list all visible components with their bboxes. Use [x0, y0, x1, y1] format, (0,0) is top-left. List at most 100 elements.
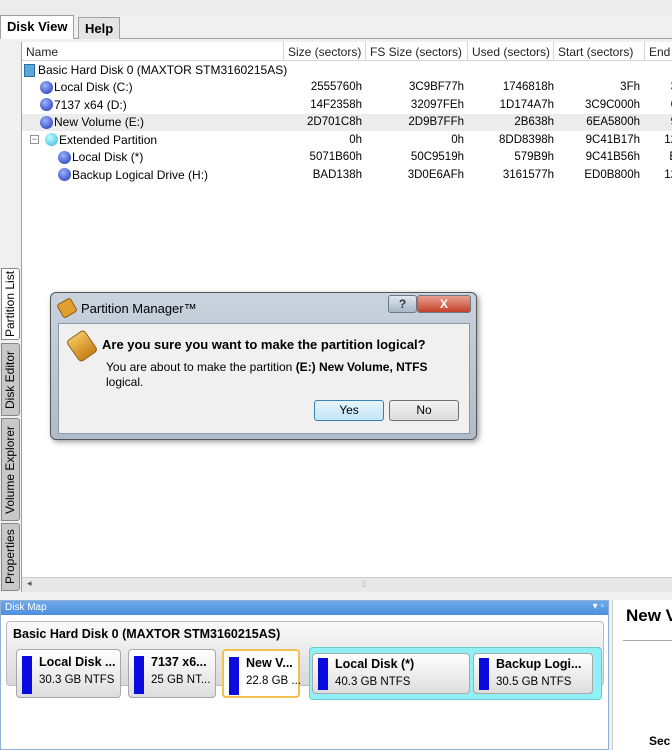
- cell-fs: 3D0E6AFh: [407, 168, 464, 181]
- side-tabs: Partition List Disk Editor Volume Explor…: [0, 268, 21, 593]
- close-button[interactable]: X: [417, 295, 471, 313]
- cell-fs: 3C9BF77h: [409, 81, 464, 93]
- partition-name: Local Disk ...: [39, 655, 116, 669]
- disk-name: Basic Hard Disk 0 (MAXTOR STM3160215AS): [38, 63, 288, 77]
- volume-icon: [45, 133, 58, 146]
- hard-disk-icon: [24, 63, 35, 77]
- cell-start: 3C9C000h: [585, 98, 640, 111]
- properties-title: New V: [626, 606, 672, 625]
- disk-map-partition[interactable]: Backup Logi... 30.5 GB NTFS: [473, 653, 593, 694]
- side-tab-partition-list[interactable]: Partition List: [1, 268, 20, 340]
- volume-icon: [58, 168, 71, 181]
- dialog-title: Partition Manager™: [81, 301, 197, 316]
- partition-info: 25 GB NT...: [151, 674, 211, 686]
- cell-fs: 50C9519h: [410, 151, 464, 163]
- col-end[interactable]: End: [645, 42, 672, 61]
- table-row[interactable]: Local Disk (C:) 2555760h 3C9BF77h 1746818h 3…: [22, 79, 672, 96]
- cell-used: 8DD8398h: [499, 133, 554, 146]
- partition-info: 30.3 GB NTFS: [39, 674, 115, 686]
- cell-start: 3Fh: [620, 81, 640, 93]
- cell-size: 5071B60h: [309, 151, 362, 163]
- cell-size: 2D701C8h: [307, 116, 362, 128]
- col-used[interactable]: Used (sectors): [468, 42, 554, 61]
- horizontal-scrollbar[interactable]: ◂ ⦙⦙: [22, 577, 672, 592]
- scroll-grip-icon[interactable]: ⦙⦙: [362, 579, 366, 590]
- cell-size: 14F2358h: [310, 98, 362, 111]
- usage-bar: [229, 657, 239, 695]
- tab-disk-view[interactable]: Disk View: [0, 15, 75, 39]
- row-name: Local Disk (*): [72, 150, 144, 164]
- help-button[interactable]: ?: [388, 295, 417, 313]
- cell-size: 0h: [349, 133, 362, 146]
- col-fs-size[interactable]: FS Size (sectors): [366, 42, 468, 61]
- cell-used: 1D174A7h: [499, 98, 554, 111]
- disk-map-panel: Disk Map ▾ ▫ Basic Hard Disk 0 (MAXTOR S…: [0, 600, 609, 750]
- cell-used: 2B638h: [514, 116, 554, 128]
- cell-start: 9C41B17h: [585, 133, 640, 146]
- row-name: Extended Partition: [59, 132, 158, 147]
- cell-used: 579B9h: [514, 151, 554, 163]
- table-row[interactable]: 7137 x64 (D:) 14F2358h 32097FEh 1D174A7h 3C9…: [22, 97, 672, 114]
- cell-fs: 32097FEh: [410, 98, 464, 111]
- partition-info: 22.8 GB ...: [246, 675, 301, 687]
- row-name: Backup Logical Drive (H:): [72, 167, 209, 182]
- table-row[interactable]: − Extended Partition 0h 0h 8DD8398h 9C41B17h 1…: [22, 132, 672, 149]
- cell-used: 1746818h: [502, 81, 554, 93]
- cell-end: 12: [664, 168, 672, 181]
- usage-bar: [479, 658, 489, 690]
- disk-map-partition[interactable]: 7137 x6... 25 GB NT...: [128, 649, 216, 698]
- title-bar: [0, 0, 672, 16]
- usage-bar: [134, 656, 144, 694]
- row-name: New Volume (E:): [54, 115, 145, 129]
- dialog-body: Are you sure you want to make the partit…: [58, 323, 470, 434]
- no-button[interactable]: No: [389, 400, 459, 421]
- side-tab-disk-editor[interactable]: Disk Editor: [1, 343, 20, 416]
- cell-used: 3161577h: [502, 168, 554, 181]
- disk-map-header: Disk Map ▾ ▫: [1, 601, 608, 615]
- col-name[interactable]: Name: [22, 42, 284, 61]
- app-icon: [56, 297, 78, 319]
- cell-size: BAD138h: [312, 168, 362, 181]
- disk-map-partition[interactable]: Local Disk ... 30.3 GB NTFS: [16, 649, 121, 698]
- scroll-left-icon[interactable]: ◂: [27, 578, 32, 589]
- dialog-question: Are you sure you want to make the partit…: [102, 337, 426, 352]
- yes-button[interactable]: Yes: [314, 400, 384, 421]
- partition-name: 7137 x6...: [151, 655, 207, 669]
- confirm-dialog: Partition Manager™ ? X Are you sure you …: [50, 292, 477, 440]
- cell-end: 12: [664, 133, 672, 146]
- col-start[interactable]: Start (sectors): [554, 42, 645, 61]
- volume-icon: [40, 80, 53, 94]
- usage-bar: [22, 656, 32, 694]
- partition-info: 30.5 GB NTFS: [496, 676, 572, 688]
- table-row[interactable]: Backup Logical Drive (H:) BAD138h 3D0E6AFh…: [22, 167, 672, 184]
- properties-footer: Sec: [649, 734, 671, 748]
- cell-fs: 0h: [451, 133, 464, 146]
- partition-info: 40.3 GB NTFS: [335, 676, 411, 688]
- menu-tabs: Disk View Help: [0, 15, 672, 39]
- side-tab-volume-explorer[interactable]: Volume Explorer: [1, 418, 20, 521]
- properties-panel: New V Sec: [612, 600, 672, 750]
- usage-bar: [318, 658, 328, 690]
- side-tab-properties[interactable]: Properties: [1, 523, 20, 591]
- volume-icon: [40, 115, 53, 129]
- partition-name: Local Disk (*): [335, 657, 415, 671]
- disk-map-partition[interactable]: Local Disk (*) 40.3 GB NTFS: [312, 653, 470, 694]
- partition-name: New V...: [246, 656, 293, 670]
- collapse-icon[interactable]: −: [30, 135, 39, 144]
- tab-help[interactable]: Help: [78, 17, 121, 39]
- col-size[interactable]: Size (sectors): [284, 42, 366, 61]
- partition-manager-icon: [65, 329, 99, 363]
- disk-map-partition[interactable]: New V... 22.8 GB ...: [222, 649, 301, 698]
- disk-map-title: Disk Map: [5, 602, 47, 613]
- pin-icon[interactable]: ▾ ▫: [593, 601, 604, 612]
- row-name: Local Disk (C:): [54, 80, 133, 94]
- disk-row[interactable]: Basic Hard Disk 0 (MAXTOR STM3160215AS): [22, 62, 672, 79]
- dialog-message: You are about to make the partition (E:)…: [106, 360, 428, 389]
- cell-start: 9C41B56h: [585, 151, 640, 163]
- table-row[interactable]: Local Disk (*) 5071B60h 50C9519h 579B9h 9C41…: [22, 149, 672, 166]
- partition-name: Backup Logi...: [496, 657, 582, 671]
- disk-map-disk-title: Basic Hard Disk 0 (MAXTOR STM3160215AS): [13, 627, 281, 641]
- table-row[interactable]: New Volume (E:) 2D701C8h 2D9B7FFh 2B638h 6EA…: [22, 114, 672, 131]
- volume-icon: [58, 150, 71, 164]
- disk-map-disk: Basic Hard Disk 0 (MAXTOR STM3160215AS) …: [6, 621, 604, 700]
